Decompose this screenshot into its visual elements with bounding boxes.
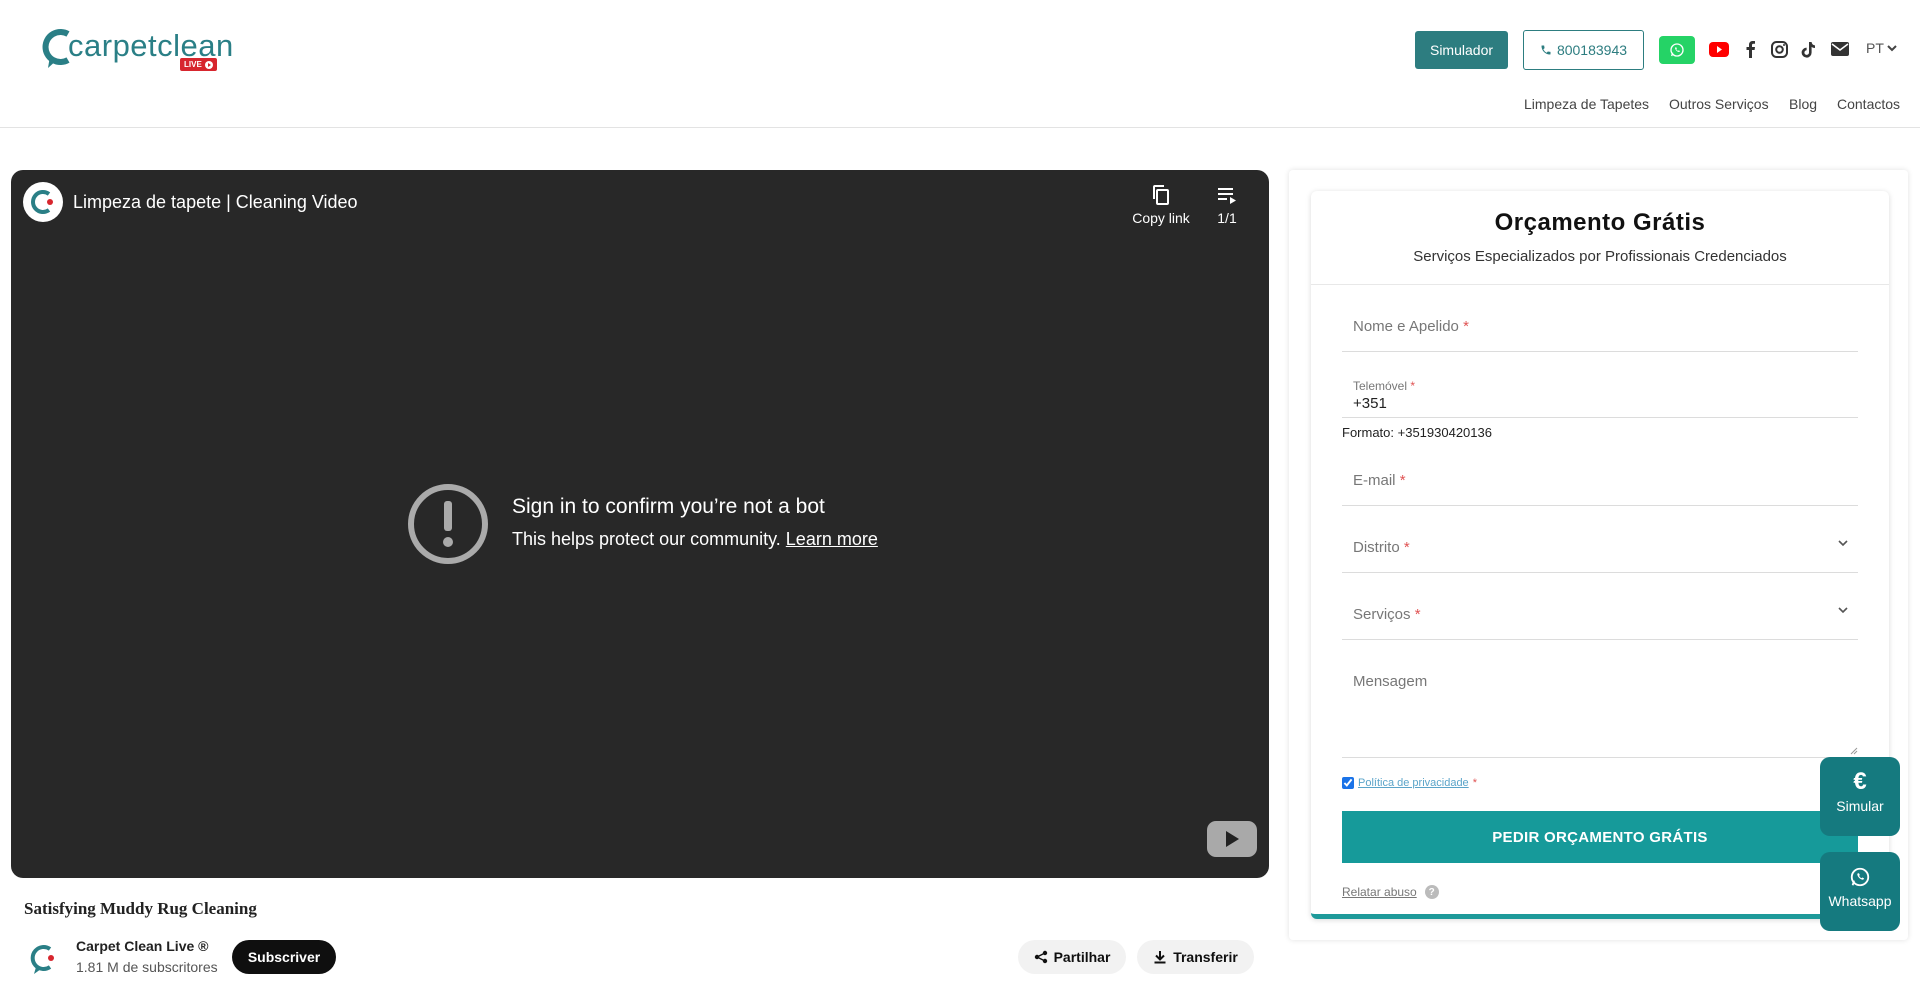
nav-outros-servicos[interactable]: Outros Serviços [1669, 96, 1769, 112]
whatsapp-float-button[interactable]: Whatsapp [1820, 852, 1900, 931]
message-placeholder: Mensagem [1353, 673, 1428, 690]
phone-format-hint: Formato: +351930420136 [1342, 425, 1492, 440]
report-abuse-row: Relatar abuso ? [1342, 885, 1439, 899]
euro-icon: € [1853, 768, 1867, 795]
youtube-icon[interactable] [1708, 38, 1730, 60]
quote-form: Orçamento Grátis Serviços Especializados… [1311, 191, 1889, 919]
help-icon[interactable]: ? [1424, 885, 1439, 899]
facebook-icon[interactable] [1739, 38, 1761, 60]
nav-blog[interactable]: Blog [1789, 96, 1817, 112]
warning-icon [408, 484, 488, 564]
playlist-count: 1/1 [1217, 210, 1237, 226]
name-label: Nome e Apelido * [1353, 318, 1469, 335]
video-player[interactable]: Limpeza de tapete | Cleaning Video Copy … [11, 170, 1269, 878]
subscribe-button[interactable]: Subscriver [232, 940, 336, 974]
chevron-down-icon [1887, 44, 1897, 51]
name-field[interactable]: Nome e Apelido * [1342, 309, 1858, 352]
chevron-down-icon [1838, 607, 1848, 614]
share-label: Partilhar [1053, 949, 1111, 965]
message-textarea[interactable]: Mensagem [1342, 654, 1858, 758]
carpetclean-logo[interactable]: carpetclean LIVE [42, 26, 233, 74]
phone-label: Telemóvel * [1353, 379, 1416, 393]
download-label: Transferir [1173, 949, 1238, 965]
logo-live-badge: LIVE [180, 58, 217, 71]
request-quote-button[interactable]: PEDIR ORÇAMENTO GRÁTIS [1342, 811, 1858, 863]
youtube-play-icon[interactable] [1207, 821, 1257, 857]
phone-icon [1541, 45, 1551, 55]
tiktok-icon[interactable] [1797, 38, 1819, 60]
email-label: E-mail * [1353, 472, 1406, 489]
download-button[interactable]: Transferir [1137, 940, 1254, 974]
simulator-button[interactable]: Simulador [1415, 31, 1508, 69]
form-title: Orçamento Grátis [1494, 209, 1706, 236]
share-button[interactable]: Partilhar [1018, 940, 1126, 974]
channel-logo-icon[interactable] [24, 938, 64, 978]
channel-avatar-icon[interactable] [23, 182, 63, 222]
whatsapp-float-label: Whatsapp [1828, 893, 1892, 909]
whatsapp-icon [1670, 43, 1684, 57]
report-abuse-link[interactable]: Relatar abuso [1342, 885, 1417, 899]
services-select[interactable]: Serviços * [1342, 587, 1858, 640]
error-message: This helps protect our community. Learn … [512, 529, 878, 549]
form-divider [1311, 284, 1889, 285]
resize-handle-icon[interactable] [1850, 747, 1858, 755]
email-field[interactable]: E-mail * [1342, 453, 1858, 506]
subscriber-count: 1.81 M de subscritores [76, 959, 218, 975]
instagram-icon[interactable] [1768, 38, 1790, 60]
phone-field[interactable]: Telemóvel * +351 [1342, 365, 1858, 418]
services-label: Serviços * [1353, 606, 1421, 623]
language-selector[interactable]: PT [1866, 40, 1897, 56]
channel-name[interactable]: Carpet Clean Live ® [76, 938, 208, 954]
required-mark: * [1472, 777, 1477, 789]
nav-contactos[interactable]: Contactos [1837, 96, 1900, 112]
video-title[interactable]: Limpeza de tapete | Cleaning Video [73, 192, 358, 213]
district-label: Distrito * [1353, 539, 1410, 556]
download-icon [1154, 951, 1166, 964]
privacy-checkbox[interactable] [1342, 777, 1354, 789]
chevron-down-icon [1838, 540, 1848, 547]
copy-link-button[interactable]: Copy link [1121, 184, 1201, 226]
phone-button[interactable]: 800183943 [1523, 30, 1644, 70]
copy-icon [1153, 185, 1169, 205]
video-caption-title: Satisfying Muddy Rug Cleaning [24, 899, 257, 918]
phone-number: 800183943 [1556, 42, 1628, 58]
simulate-float-label: Simular [1836, 798, 1884, 814]
site-header: carpetclean LIVE Simulador 800183943 PT … [0, 0, 1920, 128]
whatsapp-header-button[interactable] [1659, 36, 1695, 64]
nav-limpeza-de-tapetes[interactable]: Limpeza de Tapetes [1524, 96, 1649, 112]
phone-value: +351 [1353, 395, 1387, 412]
playlist-button[interactable]: 1/1 [1207, 184, 1247, 226]
privacy-policy-row: Política de privacidade * [1342, 777, 1477, 789]
form-subtitle: Serviços Especializados por Profissionai… [1413, 248, 1787, 265]
playlist-icon [1218, 188, 1236, 204]
privacy-policy-link[interactable]: Política de privacidade [1358, 777, 1469, 789]
error-title: Sign in to confirm you’re not a bot [512, 495, 825, 518]
language-label: PT [1866, 40, 1884, 56]
district-select[interactable]: Distrito * [1342, 520, 1858, 573]
learn-more-link[interactable]: Learn more [786, 529, 878, 549]
share-icon [1034, 950, 1047, 964]
whatsapp-icon [1820, 866, 1900, 888]
email-icon[interactable] [1829, 38, 1851, 60]
copy-link-label: Copy link [1132, 210, 1190, 226]
simulate-float-button[interactable]: € Simular [1820, 757, 1900, 836]
